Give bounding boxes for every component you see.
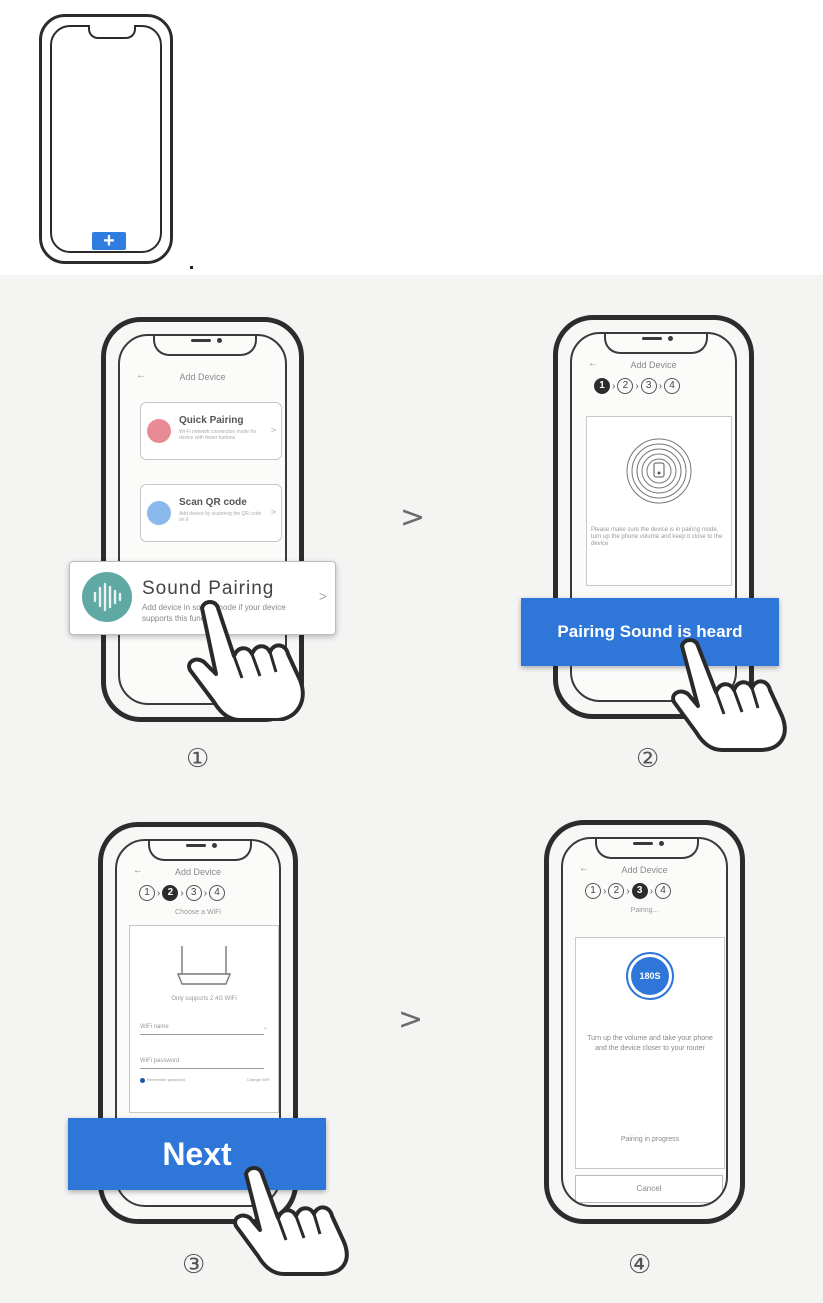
- phone-notch: [594, 839, 699, 859]
- choose-wifi-subtitle: Choose a WiFi: [175, 909, 221, 916]
- step-2: 2: [608, 883, 625, 899]
- chevron-right-icon: ›: [612, 380, 616, 392]
- step-2: 2: [617, 378, 634, 394]
- stepper: 1 › 2 › 3 › 4: [594, 378, 681, 394]
- header-title: Add Device: [630, 360, 677, 370]
- step-3: 3: [631, 883, 648, 899]
- chevron-down-icon[interactable]: ⌄: [263, 1024, 268, 1031]
- sound-wave-icon: [82, 572, 132, 622]
- wifi-panel: Only supports 2.4G WiFi WiFi name ⌄ WiFi…: [129, 925, 279, 1113]
- step-number-4: ④: [628, 1250, 652, 1280]
- pointing-hand-icon: [671, 638, 787, 752]
- remember-checkbox[interactable]: [140, 1078, 145, 1083]
- scan-qr-title: Scan QR code: [179, 497, 247, 508]
- camera: [658, 841, 664, 846]
- chevron-right-icon: ›: [157, 887, 161, 899]
- stepper: 1 › 2 › 3 › 4: [139, 885, 226, 901]
- support-note: Only supports 2.4G WiFi: [171, 996, 237, 1002]
- period-dot: [190, 266, 193, 269]
- timer-countdown: 180S: [631, 957, 669, 995]
- speaker: [641, 337, 662, 340]
- camera: [667, 336, 673, 341]
- camera: [216, 338, 222, 343]
- change-wifi-link[interactable]: Change WiFi: [247, 1077, 270, 1082]
- quick-pairing-title: Quick Pairing: [179, 415, 244, 426]
- pairing-progress-text: Pairing in progress: [620, 1136, 680, 1143]
- speaker: [186, 844, 206, 847]
- phone-screen: ← Add Device 1 › 2 › 3 › 4 Pairing... 180S …: [561, 837, 728, 1207]
- sound-ripple-icon: [626, 438, 692, 504]
- scan-qr-card[interactable]: Scan QR code Add device by scanning the …: [140, 484, 282, 542]
- wifi-name-field[interactable]: WiFi name: [140, 1024, 264, 1035]
- chevron-right-icon: ›: [626, 885, 630, 897]
- chevron-right-icon: ›: [635, 380, 639, 392]
- phone-notch: [603, 334, 708, 354]
- pointing-hand-icon: [233, 1166, 349, 1276]
- step-number-2: ②: [636, 744, 660, 774]
- header-title: Add Device: [174, 867, 222, 877]
- router-icon: [176, 946, 232, 985]
- phone-notch: [148, 841, 252, 861]
- step-1: 1: [585, 883, 601, 899]
- step-number-1: ①: [186, 744, 210, 774]
- pairing-subtitle: Pairing...: [630, 907, 659, 914]
- phone-notch: [152, 336, 257, 356]
- qr-code-icon: [147, 501, 171, 525]
- chevron-right-icon: >: [270, 425, 276, 435]
- sound-instructions: Please make sure the device is in pairin…: [591, 527, 723, 547]
- top-panel: +: [0, 0, 823, 275]
- header-title: Add Device: [179, 372, 226, 382]
- chevron-right-icon: ›: [603, 885, 607, 897]
- header-title: Add Device: [621, 865, 668, 875]
- pairing-instructions: Turn up the volume and take your phone a…: [587, 1035, 713, 1052]
- camera: [212, 843, 217, 848]
- chevron-right-icon: ›: [649, 885, 654, 897]
- pairing-panel: 180S Turn up the volume and take your ph…: [575, 937, 725, 1169]
- pointing-hand-icon: [187, 600, 305, 721]
- stepper: 1 › 2 › 3 › 4: [585, 883, 672, 899]
- chevron-right-icon: ›: [658, 380, 663, 392]
- step-number-3: ③: [182, 1250, 206, 1280]
- quick-pairing-desc: Wi-Fi network connection mode for device…: [179, 429, 257, 441]
- sound-panel: Please make sure the device is in pairin…: [586, 416, 732, 586]
- speaker: [632, 842, 653, 845]
- wifi-password-field[interactable]: WiFi password: [140, 1058, 264, 1069]
- mini-phone: +: [39, 14, 173, 264]
- step-3: 3: [185, 885, 202, 901]
- add-device-plus-button[interactable]: +: [92, 231, 126, 251]
- chevron-right-icon: ›: [203, 887, 208, 899]
- mini-phone-screen: +: [50, 25, 162, 253]
- chevron-right-icon: >: [270, 507, 276, 517]
- step-4: 4: [655, 883, 672, 899]
- chevron-right-icon: ›: [180, 887, 184, 899]
- timer-ring: 180S: [626, 952, 674, 1000]
- next-step-arrow-icon: >: [398, 1002, 424, 1037]
- step-1: 1: [139, 885, 155, 901]
- step-1: 1: [594, 378, 610, 394]
- step-4: 4: [664, 378, 681, 394]
- quick-pairing-icon: [147, 419, 171, 443]
- scan-qr-desc: Add device by scanning the QR code on it: [179, 511, 262, 523]
- step-2: 2: [162, 885, 179, 901]
- step-4: 4: [209, 885, 226, 901]
- cancel-button[interactable]: Cancel: [575, 1175, 723, 1203]
- mini-phone-notch: [88, 25, 136, 39]
- remember-label: Remember password: [147, 1077, 186, 1082]
- quick-pairing-card[interactable]: Quick Pairing Wi-Fi network connection m…: [140, 402, 282, 460]
- speaker: [190, 339, 211, 342]
- phone-step-4: ← Add Device 1 › 2 › 3 › 4 Pairing... 180S …: [544, 820, 745, 1224]
- step-3: 3: [640, 378, 657, 394]
- next-step-arrow-icon: >: [400, 500, 426, 535]
